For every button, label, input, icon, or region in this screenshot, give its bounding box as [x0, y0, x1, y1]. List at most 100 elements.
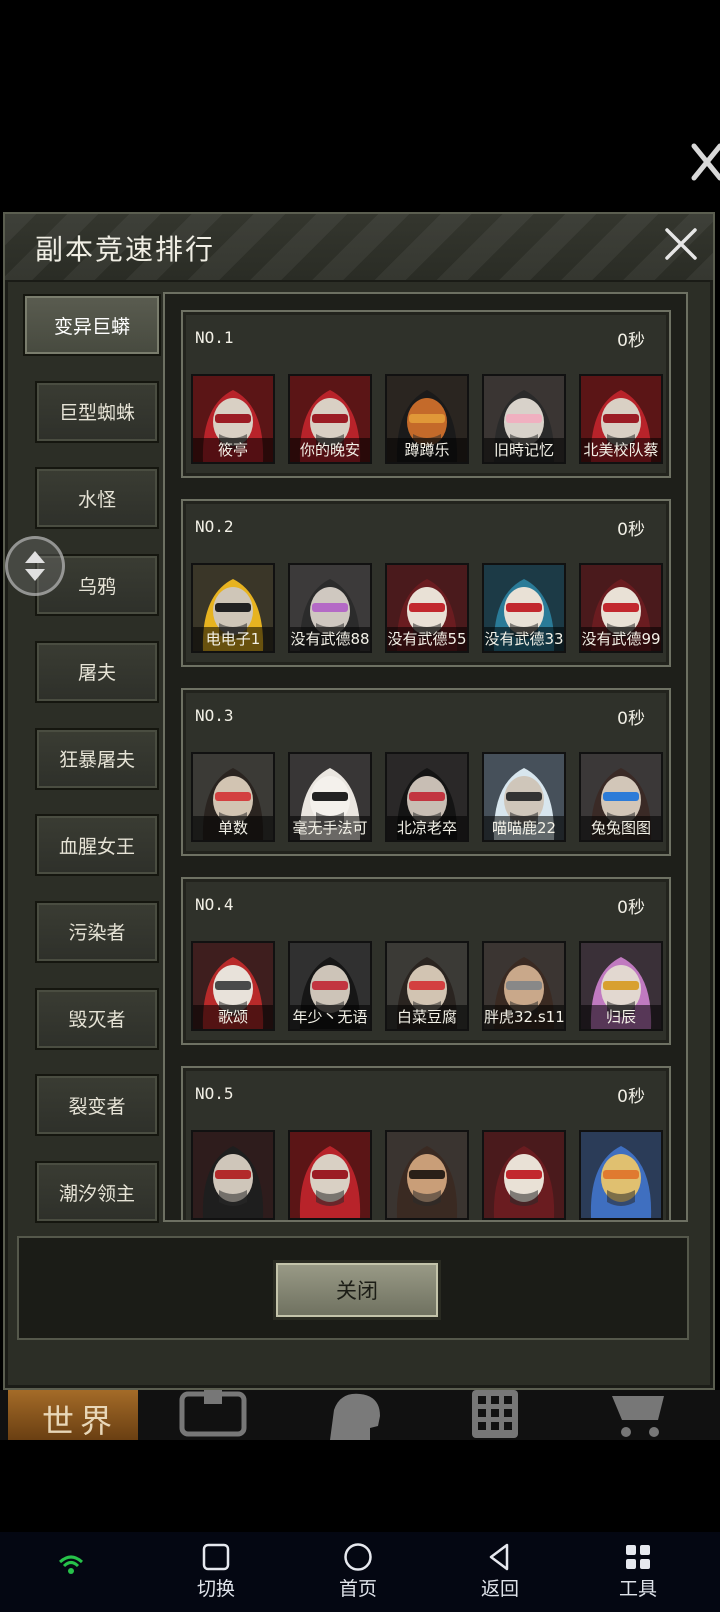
- backpack-icon[interactable]: [178, 1390, 248, 1440]
- player-card[interactable]: 北美校队蔡: [579, 374, 663, 464]
- square-icon: [202, 1543, 230, 1571]
- rank-entry: NO.3 0秒 单数 毫无手法可 北凉老卒 喵喵鹿22 兔兔图图: [181, 688, 671, 856]
- category-tab[interactable]: 裂变者: [35, 1074, 159, 1137]
- category-tab[interactable]: 屠夫: [35, 640, 159, 703]
- player-name: 白菜豆腐: [387, 1005, 467, 1029]
- player-avatar: [290, 1132, 370, 1218]
- rank-number: NO.4: [195, 895, 234, 914]
- player-card[interactable]: 毫无手法可: [288, 752, 372, 842]
- player-name: 筱亭: [193, 438, 273, 462]
- player-name: 北凉老卒: [387, 816, 467, 840]
- dialog-title: 副本竞速排行: [35, 233, 216, 266]
- player-name: 你的晚安: [290, 438, 370, 462]
- player-avatar: [387, 1132, 467, 1218]
- rank-number: NO.2: [195, 517, 234, 536]
- category-tab[interactable]: 狂暴屠夫: [35, 727, 159, 790]
- building-icon[interactable]: [460, 1390, 530, 1440]
- player-card[interactable]: 旧時记忆: [482, 374, 566, 464]
- player-card[interactable]: [579, 1130, 663, 1220]
- player-avatar: [581, 1132, 661, 1218]
- rank-time: 0秒: [617, 1087, 645, 1107]
- player-name: 蹲蹲乐: [387, 438, 467, 462]
- game-bottom-bar: 世界: [0, 1390, 720, 1440]
- dialog-header: 副本竞速排行: [5, 214, 713, 282]
- nav-home-label: 首页: [338, 1578, 377, 1600]
- player-card[interactable]: 归辰: [579, 941, 663, 1031]
- corner-close-icon: [691, 143, 720, 181]
- nav-switch[interactable]: 切换: [176, 1542, 256, 1608]
- player-card[interactable]: 兔兔图图: [579, 752, 663, 842]
- player-name: 年少丶无语: [290, 1005, 370, 1029]
- player-card[interactable]: 没有武德99: [579, 563, 663, 653]
- player-name: 电电子1: [193, 627, 273, 651]
- category-tab[interactable]: 污染者: [35, 900, 159, 963]
- player-card[interactable]: 歌颂: [191, 941, 275, 1031]
- nav-tools-label: 工具: [618, 1578, 657, 1600]
- ranking-list[interactable]: NO.1 0秒 筱亭 你的晚安 蹲蹲乐 旧時记忆 北美校队蔡 NO.2 0秒 电电: [163, 292, 688, 1222]
- player-card[interactable]: 筱亭: [191, 374, 275, 464]
- category-tab[interactable]: 毁灭者: [35, 987, 159, 1050]
- rank-entry: NO.2 0秒 电电子1 没有武德88 没有武德55 没有武德33 没有武德99: [181, 499, 671, 667]
- player-card[interactable]: 没有武德33: [482, 563, 566, 653]
- up-down-arrows-icon: [25, 551, 45, 581]
- category-tab[interactable]: 变异巨蟒: [23, 294, 161, 356]
- team-members: [191, 1130, 671, 1220]
- player-card[interactable]: [288, 1130, 372, 1220]
- rank-number: NO.5: [195, 1084, 234, 1103]
- player-card[interactable]: 北凉老卒: [385, 752, 469, 842]
- rank-time: 0秒: [617, 898, 645, 918]
- grid-icon: [626, 1545, 650, 1569]
- player-name: 没有武德99: [581, 627, 661, 651]
- player-name: 胖虎32.s11: [484, 1005, 564, 1029]
- nav-switch-label: 切换: [196, 1578, 235, 1600]
- player-card[interactable]: 电电子1: [191, 563, 275, 653]
- player-name: 归辰: [581, 1005, 661, 1029]
- rank-time: 0秒: [617, 331, 645, 351]
- rank-number: NO.3: [195, 706, 234, 725]
- floating-scroll-button[interactable]: [5, 536, 65, 596]
- player-card[interactable]: 胖虎32.s11: [482, 941, 566, 1031]
- player-name: 毫无手法可: [290, 816, 370, 840]
- head-icon[interactable]: [320, 1390, 390, 1440]
- rank-number: NO.1: [195, 328, 234, 347]
- player-card[interactable]: 蹲蹲乐: [385, 374, 469, 464]
- player-card[interactable]: [385, 1130, 469, 1220]
- player-card[interactable]: 白菜豆腐: [385, 941, 469, 1031]
- player-name: 喵喵鹿22: [484, 816, 564, 840]
- category-tab[interactable]: 血腥女王: [35, 814, 159, 877]
- player-name: 北美校队蔡: [581, 438, 661, 462]
- nav-back[interactable]: 返回: [460, 1542, 540, 1608]
- player-card[interactable]: 年少丶无语: [288, 941, 372, 1031]
- player-card[interactable]: 你的晚安: [288, 374, 372, 464]
- player-name: 没有武德88: [290, 627, 370, 651]
- nav-back-label: 返回: [480, 1578, 519, 1600]
- category-tab[interactable]: 水怪: [35, 467, 159, 530]
- dialog-footer: 关闭: [17, 1236, 689, 1340]
- nav-home[interactable]: 首页: [318, 1542, 398, 1608]
- player-card[interactable]: 没有武德88: [288, 563, 372, 653]
- player-card[interactable]: [482, 1130, 566, 1220]
- team-members: 单数 毫无手法可 北凉老卒 喵喵鹿22 兔兔图图: [191, 752, 671, 842]
- close-button[interactable]: 关闭: [273, 1260, 441, 1320]
- system-navigation-bar: 切换 首页 返回 工具: [0, 1532, 720, 1612]
- team-members: 电电子1 没有武德88 没有武德55 没有武德33 没有武德99: [191, 563, 671, 653]
- player-name: 歌颂: [193, 1005, 273, 1029]
- world-tab-label: 世界: [42, 1402, 119, 1440]
- category-tab[interactable]: 潮汐领主: [35, 1161, 159, 1223]
- player-avatar: [193, 1132, 273, 1218]
- back-triangle-icon: [489, 1543, 509, 1571]
- cart-icon[interactable]: [606, 1390, 676, 1440]
- rank-entry: NO.1 0秒 筱亭 你的晚安 蹲蹲乐 旧時记忆 北美校队蔡: [181, 310, 671, 478]
- player-card[interactable]: [191, 1130, 275, 1220]
- player-name: 没有武德33: [484, 627, 564, 651]
- player-card[interactable]: 没有武德55: [385, 563, 469, 653]
- close-icon[interactable]: [663, 226, 699, 262]
- wifi-icon: [58, 1555, 84, 1574]
- rank-time: 0秒: [617, 709, 645, 729]
- nav-tools[interactable]: 工具: [598, 1542, 678, 1608]
- category-tab[interactable]: 巨型蜘蛛: [35, 380, 159, 443]
- player-card[interactable]: 喵喵鹿22: [482, 752, 566, 842]
- player-card[interactable]: 单数: [191, 752, 275, 842]
- world-tab[interactable]: 世界: [8, 1390, 138, 1440]
- speedrun-ranking-dialog: 副本竞速排行 变异巨蟒 巨型蜘蛛 水怪 乌鸦 屠夫 狂暴屠夫 血腥女王 污染者 毁灭者 裂变者 潮汐…: [3, 212, 715, 1390]
